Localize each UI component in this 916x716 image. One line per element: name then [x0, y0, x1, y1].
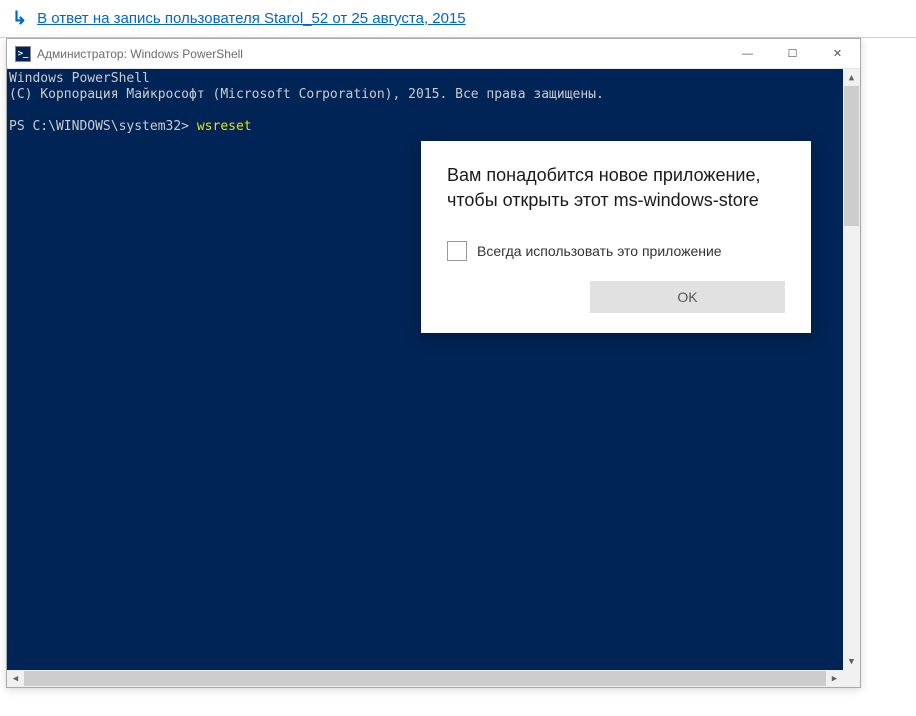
vertical-scroll-thumb[interactable] — [844, 86, 859, 226]
app-picker-dialog: Вам понадобится новое приложение, чтобы … — [421, 141, 811, 333]
minimize-button[interactable]: — — [725, 39, 770, 68]
horizontal-scroll-thumb[interactable] — [24, 671, 826, 686]
vertical-scrollbar[interactable]: ▲ ▼ — [843, 69, 860, 670]
window-controls: — ☐ ✕ — [725, 39, 860, 68]
powershell-icon-glyph: >_ — [18, 49, 29, 59]
powershell-icon: >_ — [15, 46, 31, 62]
terminal-line-copyright: (C) Корпорация Майкрософт (Microsoft Cor… — [7, 87, 860, 103]
scroll-up-icon[interactable]: ▲ — [843, 69, 860, 86]
reply-bar: ↳ В ответ на запись пользователя Starol_… — [0, 0, 916, 38]
maximize-button[interactable]: ☐ — [770, 39, 815, 68]
reply-link[interactable]: В ответ на запись пользователя Starol_52… — [37, 10, 466, 27]
terminal-line-header: Windows PowerShell — [7, 71, 860, 87]
always-use-checkbox[interactable] — [447, 241, 467, 261]
reply-arrow-icon: ↳ — [12, 8, 27, 29]
always-use-label: Всегда использовать это приложение — [477, 243, 722, 259]
powershell-window: >_ Администратор: Windows PowerShell — ☐… — [6, 38, 861, 688]
horizontal-scrollbar[interactable]: ◀ ▶ — [7, 670, 843, 687]
ok-button[interactable]: OK — [590, 281, 785, 313]
always-use-row[interactable]: Всегда использовать это приложение — [447, 241, 785, 261]
scroll-left-icon[interactable]: ◀ — [7, 670, 24, 687]
close-button[interactable]: ✕ — [815, 39, 860, 68]
terminal-blank — [7, 103, 860, 119]
window-title: Администратор: Windows PowerShell — [37, 47, 725, 61]
scroll-down-icon[interactable]: ▼ — [843, 653, 860, 670]
dialog-title: Вам понадобится новое приложение, чтобы … — [447, 163, 785, 213]
scroll-right-icon[interactable]: ▶ — [826, 670, 843, 687]
titlebar[interactable]: >_ Администратор: Windows PowerShell — ☐… — [7, 39, 860, 69]
prompt-text: PS C:\WINDOWS\system32> — [9, 119, 197, 134]
command-text: wsreset — [197, 119, 252, 134]
terminal-prompt-line: PS C:\WINDOWS\system32> wsreset — [7, 119, 860, 135]
scrollbar-corner — [843, 670, 860, 687]
